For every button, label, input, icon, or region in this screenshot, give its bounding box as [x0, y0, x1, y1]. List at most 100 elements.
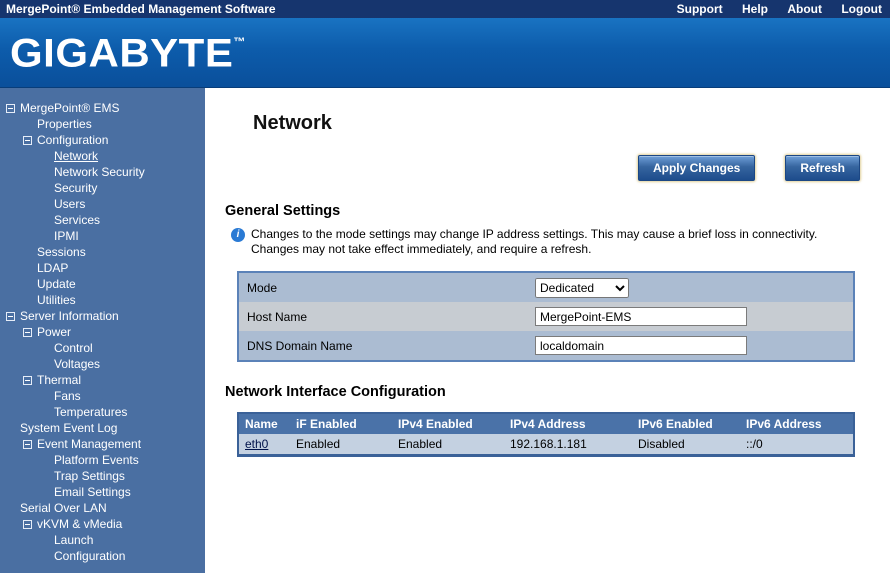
cell: Enabled: [290, 434, 392, 456]
brand-banner: GIGABYTE™: [0, 18, 890, 88]
support-link[interactable]: Support: [677, 2, 723, 16]
sidebar-item-label[interactable]: IPMI: [54, 228, 79, 244]
sidebar-item-security[interactable]: Security: [0, 180, 205, 196]
sidebar-item-label[interactable]: Security: [54, 180, 97, 196]
topbar-links: Support Help About Logout: [661, 2, 882, 16]
refresh-button[interactable]: Refresh: [785, 155, 860, 181]
sidebar-item-label[interactable]: Control: [54, 340, 93, 356]
sidebar-item-label[interactable]: Serial Over LAN: [20, 500, 107, 516]
general-settings-table: Mode Dedicated Host Name DNS Domain Name: [237, 271, 855, 362]
action-button-row: Apply Changes Refresh: [215, 155, 860, 181]
sidebar-item-label[interactable]: Fans: [54, 388, 81, 404]
sidebar-item-configuration[interactable]: Configuration: [0, 132, 205, 148]
cell: 192.168.1.181: [504, 434, 632, 456]
info-icon: i: [231, 228, 245, 242]
sidebar-item-label[interactable]: Utilities: [37, 292, 76, 308]
sidebar-item-serial-over-lan[interactable]: Serial Over LAN: [0, 500, 205, 516]
sidebar-item-server-information[interactable]: Server Information: [0, 308, 205, 324]
sidebar-item-users[interactable]: Users: [0, 196, 205, 212]
sidebar-item-label[interactable]: Network Security: [54, 164, 145, 180]
sidebar-item-email-settings[interactable]: Email Settings: [0, 484, 205, 500]
sidebar-item-label[interactable]: Properties: [37, 116, 92, 132]
mode-select[interactable]: Dedicated: [535, 278, 629, 298]
about-link[interactable]: About: [787, 2, 822, 16]
sidebar-item-label[interactable]: Sessions: [37, 244, 86, 260]
host-name-input[interactable]: [535, 307, 747, 326]
sidebar-item-network[interactable]: Network: [0, 148, 205, 164]
sidebar-item-launch[interactable]: Launch: [0, 532, 205, 548]
sidebar-item-label[interactable]: System Event Log: [20, 420, 117, 436]
sidebar-item-fans[interactable]: Fans: [0, 388, 205, 404]
sidebar-item-label[interactable]: Power: [37, 324, 71, 340]
column-header-ipv6-enabled: IPv6 Enabled: [632, 413, 740, 434]
sidebar-item-mergepoint-ems[interactable]: MergePoint® EMS: [0, 100, 205, 116]
column-header-ipv4-address: IPv4 Address: [504, 413, 632, 434]
dns-domain-row: DNS Domain Name: [239, 331, 853, 360]
sidebar-item-voltages[interactable]: Voltages: [0, 356, 205, 372]
sidebar-item-label[interactable]: MergePoint® EMS: [20, 100, 120, 116]
sidebar-item-label[interactable]: Update: [37, 276, 76, 292]
sidebar-tree: MergePoint® EMSPropertiesConfigurationNe…: [0, 100, 205, 564]
host-name-label: Host Name: [247, 310, 535, 324]
mode-row: Mode Dedicated: [239, 273, 853, 302]
help-link[interactable]: Help: [742, 2, 768, 16]
sidebar-item-label[interactable]: Configuration: [37, 132, 108, 148]
sidebar-item-ldap[interactable]: LDAP: [0, 260, 205, 276]
sidebar-item-event-management[interactable]: Event Management: [0, 436, 205, 452]
table-row: eth0EnabledEnabled192.168.1.181Disabled:…: [238, 434, 854, 456]
sidebar-item-power[interactable]: Power: [0, 324, 205, 340]
sidebar-item-label[interactable]: Network: [54, 148, 98, 164]
mode-label: Mode: [247, 281, 535, 295]
sidebar-item-configuration[interactable]: Configuration: [0, 548, 205, 564]
sidebar-item-system-event-log[interactable]: System Event Log: [0, 420, 205, 436]
sidebar-item-label[interactable]: Platform Events: [54, 452, 139, 468]
main-content: Network Apply Changes Refresh General Se…: [205, 88, 890, 573]
sidebar-item-trap-settings[interactable]: Trap Settings: [0, 468, 205, 484]
sidebar-item-label[interactable]: Event Management: [37, 436, 141, 452]
column-header-if-enabled: iF Enabled: [290, 413, 392, 434]
sidebar-item-label[interactable]: Configuration: [54, 548, 125, 564]
interface-link[interactable]: eth0: [245, 437, 268, 451]
sidebar-item-label[interactable]: vKVM & vMedia: [37, 516, 122, 532]
gigabyte-logo: GIGABYTE™: [10, 33, 245, 73]
info-note: i Changes to the mode settings may chang…: [231, 227, 831, 257]
sidebar-item-network-security[interactable]: Network Security: [0, 164, 205, 180]
sidebar-item-label[interactable]: Temperatures: [54, 404, 127, 420]
apply-changes-button[interactable]: Apply Changes: [638, 155, 755, 181]
collapse-icon[interactable]: [6, 312, 15, 321]
cell: eth0: [238, 434, 290, 456]
page-title: Network: [253, 112, 860, 135]
sidebar-item-sessions[interactable]: Sessions: [0, 244, 205, 260]
collapse-icon[interactable]: [23, 328, 32, 337]
sidebar-item-utilities[interactable]: Utilities: [0, 292, 205, 308]
app-window: MergePoint® Embedded Management Software…: [0, 0, 890, 574]
sidebar-item-platform-events[interactable]: Platform Events: [0, 452, 205, 468]
collapse-icon[interactable]: [6, 104, 15, 113]
sidebar-item-services[interactable]: Services: [0, 212, 205, 228]
cell: ::/0: [740, 434, 854, 456]
sidebar-item-label[interactable]: Voltages: [54, 356, 100, 372]
sidebar-item-update[interactable]: Update: [0, 276, 205, 292]
logout-link[interactable]: Logout: [841, 2, 882, 16]
collapse-icon[interactable]: [23, 440, 32, 449]
dns-domain-input[interactable]: [535, 336, 747, 355]
sidebar-item-thermal[interactable]: Thermal: [0, 372, 205, 388]
sidebar-item-control[interactable]: Control: [0, 340, 205, 356]
sidebar-item-label[interactable]: Launch: [54, 532, 93, 548]
collapse-icon[interactable]: [23, 136, 32, 145]
sidebar-item-label[interactable]: Users: [54, 196, 85, 212]
sidebar-item-label[interactable]: Services: [54, 212, 100, 228]
sidebar-item-label[interactable]: Trap Settings: [54, 468, 125, 484]
sidebar: MergePoint® EMSPropertiesConfigurationNe…: [0, 88, 205, 573]
sidebar-item-label[interactable]: Email Settings: [54, 484, 131, 500]
sidebar-item-temperatures[interactable]: Temperatures: [0, 404, 205, 420]
collapse-icon[interactable]: [23, 376, 32, 385]
sidebar-item-label[interactable]: Thermal: [37, 372, 81, 388]
sidebar-item-ipmi[interactable]: IPMI: [0, 228, 205, 244]
sidebar-item-label[interactable]: Server Information: [20, 308, 119, 324]
column-header-ipv6-address: IPv6 Address: [740, 413, 854, 434]
sidebar-item-vkvm-vmedia[interactable]: vKVM & vMedia: [0, 516, 205, 532]
collapse-icon[interactable]: [23, 520, 32, 529]
sidebar-item-properties[interactable]: Properties: [0, 116, 205, 132]
sidebar-item-label[interactable]: LDAP: [37, 260, 68, 276]
